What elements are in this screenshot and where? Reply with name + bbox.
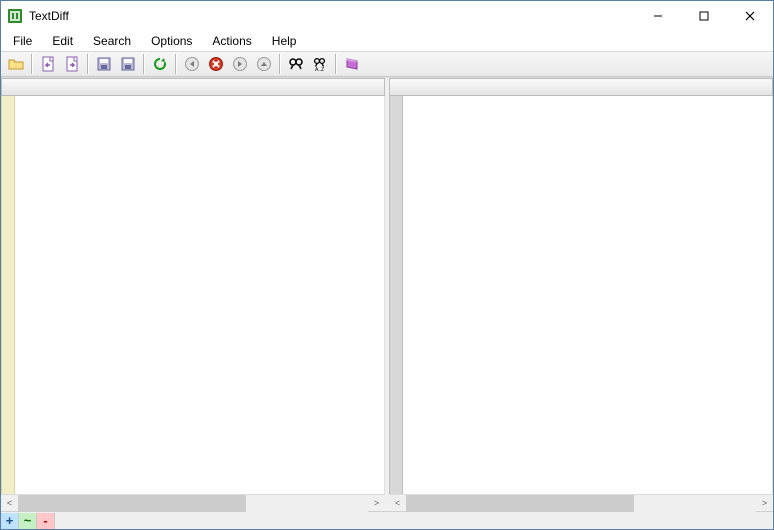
scroll-track[interactable] [18,495,368,512]
menu-file[interactable]: File [5,33,40,49]
left-pane-header[interactable] [1,78,385,96]
file-right-icon[interactable] [61,53,83,75]
work-area [1,77,773,494]
up-icon[interactable] [253,53,275,75]
right-gutter [389,96,403,494]
next-diff-icon[interactable] [229,53,251,75]
hscroll-row: < > < > [1,494,773,511]
left-editor[interactable] [15,96,385,494]
find-next-icon[interactable]: A..Z [309,53,331,75]
status-removed[interactable]: - [37,513,55,529]
refresh-icon[interactable] [149,53,171,75]
status-changed[interactable]: ~ [19,513,37,529]
menu-search[interactable]: Search [85,33,139,49]
open-folder-icon[interactable] [5,53,27,75]
status-added[interactable]: + [1,513,19,529]
scroll-right-icon[interactable]: > [368,495,385,512]
menu-help[interactable]: Help [264,33,305,49]
right-pane [389,78,773,494]
toolbar: A..Z [1,51,773,77]
prev-diff-icon[interactable] [181,53,203,75]
close-button[interactable] [727,1,773,31]
menu-edit[interactable]: Edit [44,33,81,49]
titlebar: TextDiff [1,1,773,31]
scroll-right-icon[interactable]: > [756,495,773,512]
cancel-icon[interactable] [205,53,227,75]
svg-text:A..Z: A..Z [315,67,324,72]
scroll-thumb[interactable] [18,495,246,512]
scroll-left-icon[interactable]: < [389,495,406,512]
file-left-icon[interactable] [37,53,59,75]
scroll-thumb[interactable] [406,495,634,512]
left-hscroll[interactable]: < > [1,494,385,511]
help-book-icon[interactable] [341,53,363,75]
window-controls [635,1,773,31]
menubar: File Edit Search Options Actions Help [1,31,773,51]
save-right-icon[interactable] [117,53,139,75]
menu-actions[interactable]: Actions [204,33,259,49]
minimize-button[interactable] [635,1,681,31]
save-left-icon[interactable] [93,53,115,75]
app-window: TextDiff File Edit Search Options Action… [0,0,774,530]
left-pane [1,78,385,494]
find-icon[interactable] [285,53,307,75]
menu-options[interactable]: Options [143,33,200,49]
scroll-track[interactable] [406,495,756,512]
left-gutter [1,96,15,494]
right-hscroll[interactable]: < > [389,494,773,511]
right-editor[interactable] [403,96,773,494]
app-title: TextDiff [29,9,69,23]
maximize-button[interactable] [681,1,727,31]
app-icon [7,8,23,24]
right-pane-header[interactable] [389,78,773,96]
scroll-left-icon[interactable]: < [1,495,18,512]
statusbar: + ~ - [1,511,773,529]
